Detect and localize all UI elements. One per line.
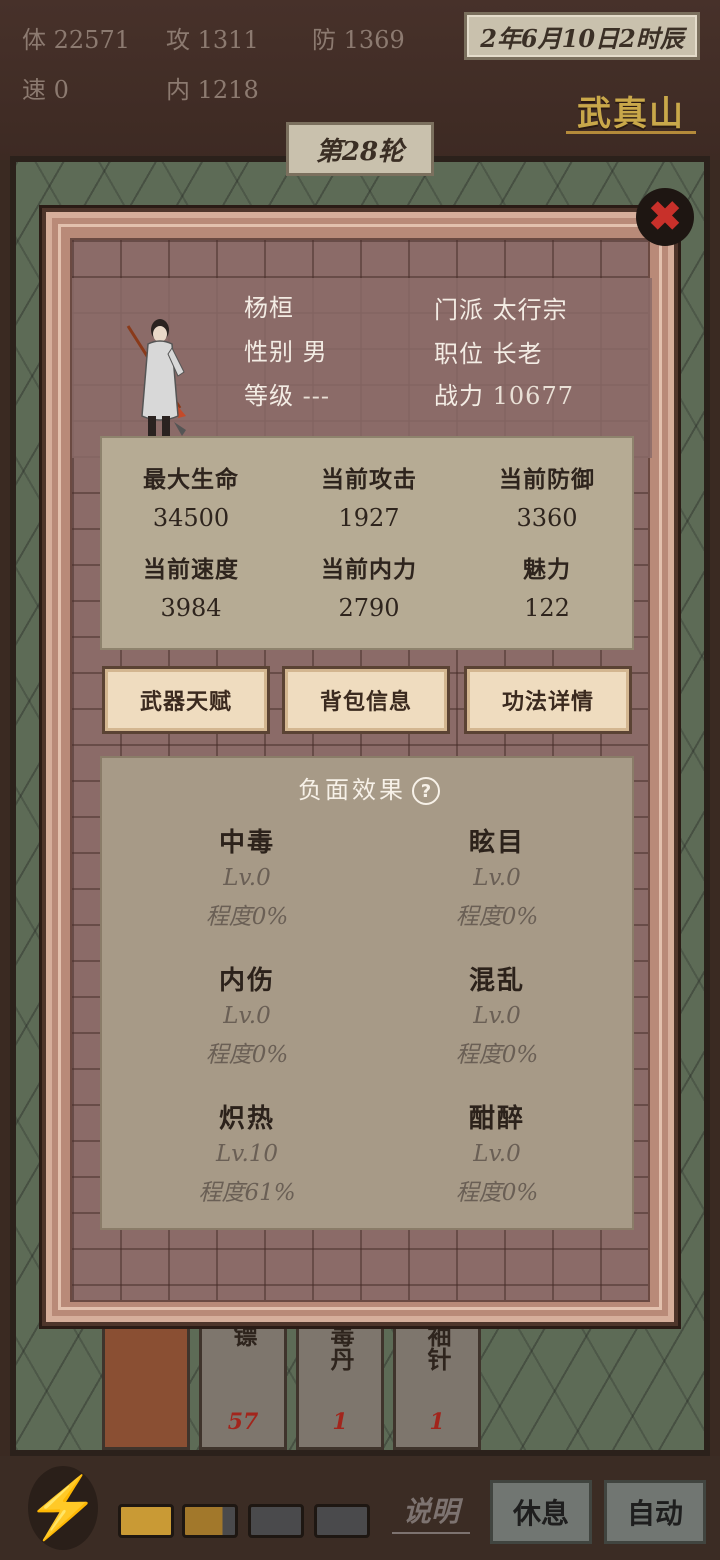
close-icon[interactable]: ✖ — [636, 188, 694, 246]
inventory-info-button[interactable]: 背包信息 — [282, 666, 450, 734]
skill-details-button[interactable]: 功法详情 — [464, 666, 632, 734]
debuff-burning: 炽热 Lv.10 程度61% — [198, 1104, 296, 1206]
attr-attack: 当前攻击 1927 — [321, 467, 417, 532]
energy-slot — [182, 1504, 238, 1538]
modal-body: 杨桓 性别 男 等级 --- 门派 太行宗 职位 长老 战力 10677 最大生… — [70, 238, 652, 1302]
energy-slot — [248, 1504, 304, 1538]
debuff-blind: 眩目 Lv.0 程度0% — [455, 828, 539, 930]
item-card-count: 57 — [227, 1409, 259, 1435]
stat-attack: 攻 1311 — [166, 26, 259, 54]
character-power: 战力 10677 — [434, 382, 574, 410]
round-indicator: 第28轮 — [286, 122, 434, 176]
debuff-panel: 负面效果? 中毒 Lv.0 程度0% 眩目 Lv.0 程度0% 内伤 Lv.0 … — [100, 756, 634, 1230]
auto-button[interactable]: 自动 — [604, 1480, 706, 1544]
explain-link[interactable]: 说明 — [392, 1490, 470, 1534]
attr-max-hp: 最大生命 34500 — [143, 467, 239, 532]
item-card-count: 1 — [429, 1409, 445, 1435]
debuff-internal-injury: 内伤 Lv.0 程度0% — [205, 966, 289, 1068]
item-card-count: 1 — [332, 1409, 348, 1435]
energy-slot — [314, 1504, 370, 1538]
location-title: 武真山 — [566, 86, 696, 134]
character-gender: 性别 男 — [244, 338, 328, 366]
weapon-talent-button[interactable]: 武器天赋 — [102, 666, 270, 734]
character-position: 职位 长老 — [434, 340, 543, 368]
energy-slot — [118, 1504, 174, 1538]
rest-button[interactable]: 休息 — [490, 1480, 592, 1544]
debuff-title: 负面效果? — [102, 770, 636, 805]
character-portrait — [126, 319, 186, 438]
question-mark-icon[interactable]: ? — [412, 777, 440, 805]
character-name: 杨桓 — [244, 294, 294, 322]
character-info-modal: 杨桓 性别 男 等级 --- 门派 太行宗 职位 长老 战力 10677 最大生… — [42, 208, 678, 1326]
attr-speed: 当前速度 3984 — [143, 557, 239, 622]
attr-charm: 魅力 122 — [523, 557, 571, 622]
lightning-bolt-icon[interactable]: ⚡ — [26, 1466, 100, 1550]
stat-speed: 速 0 — [22, 76, 69, 104]
attr-defense: 当前防御 3360 — [499, 467, 595, 532]
attr-inner-power: 当前内力 2790 — [321, 557, 417, 622]
debuff-drunk: 酣醉 Lv.0 程度0% — [455, 1104, 539, 1206]
stat-defense: 防 1369 — [312, 26, 405, 54]
character-level: 等级 --- — [244, 382, 330, 410]
debuff-confusion: 混乱 Lv.0 程度0% — [455, 966, 539, 1068]
date-display: 2年6月10日2时辰 — [464, 12, 700, 60]
debuff-poison: 中毒 Lv.0 程度0% — [205, 828, 289, 930]
character-sect: 门派 太行宗 — [434, 296, 568, 324]
character-header: 杨桓 性别 男 等级 --- 门派 太行宗 职位 长老 战力 10677 — [72, 278, 652, 458]
stat-inner-power: 内 1218 — [166, 76, 259, 104]
stat-hp: 体 22571 — [22, 26, 130, 54]
attributes-panel: 最大生命 34500 当前攻击 1927 当前防御 3360 当前速度 3984… — [100, 436, 634, 650]
